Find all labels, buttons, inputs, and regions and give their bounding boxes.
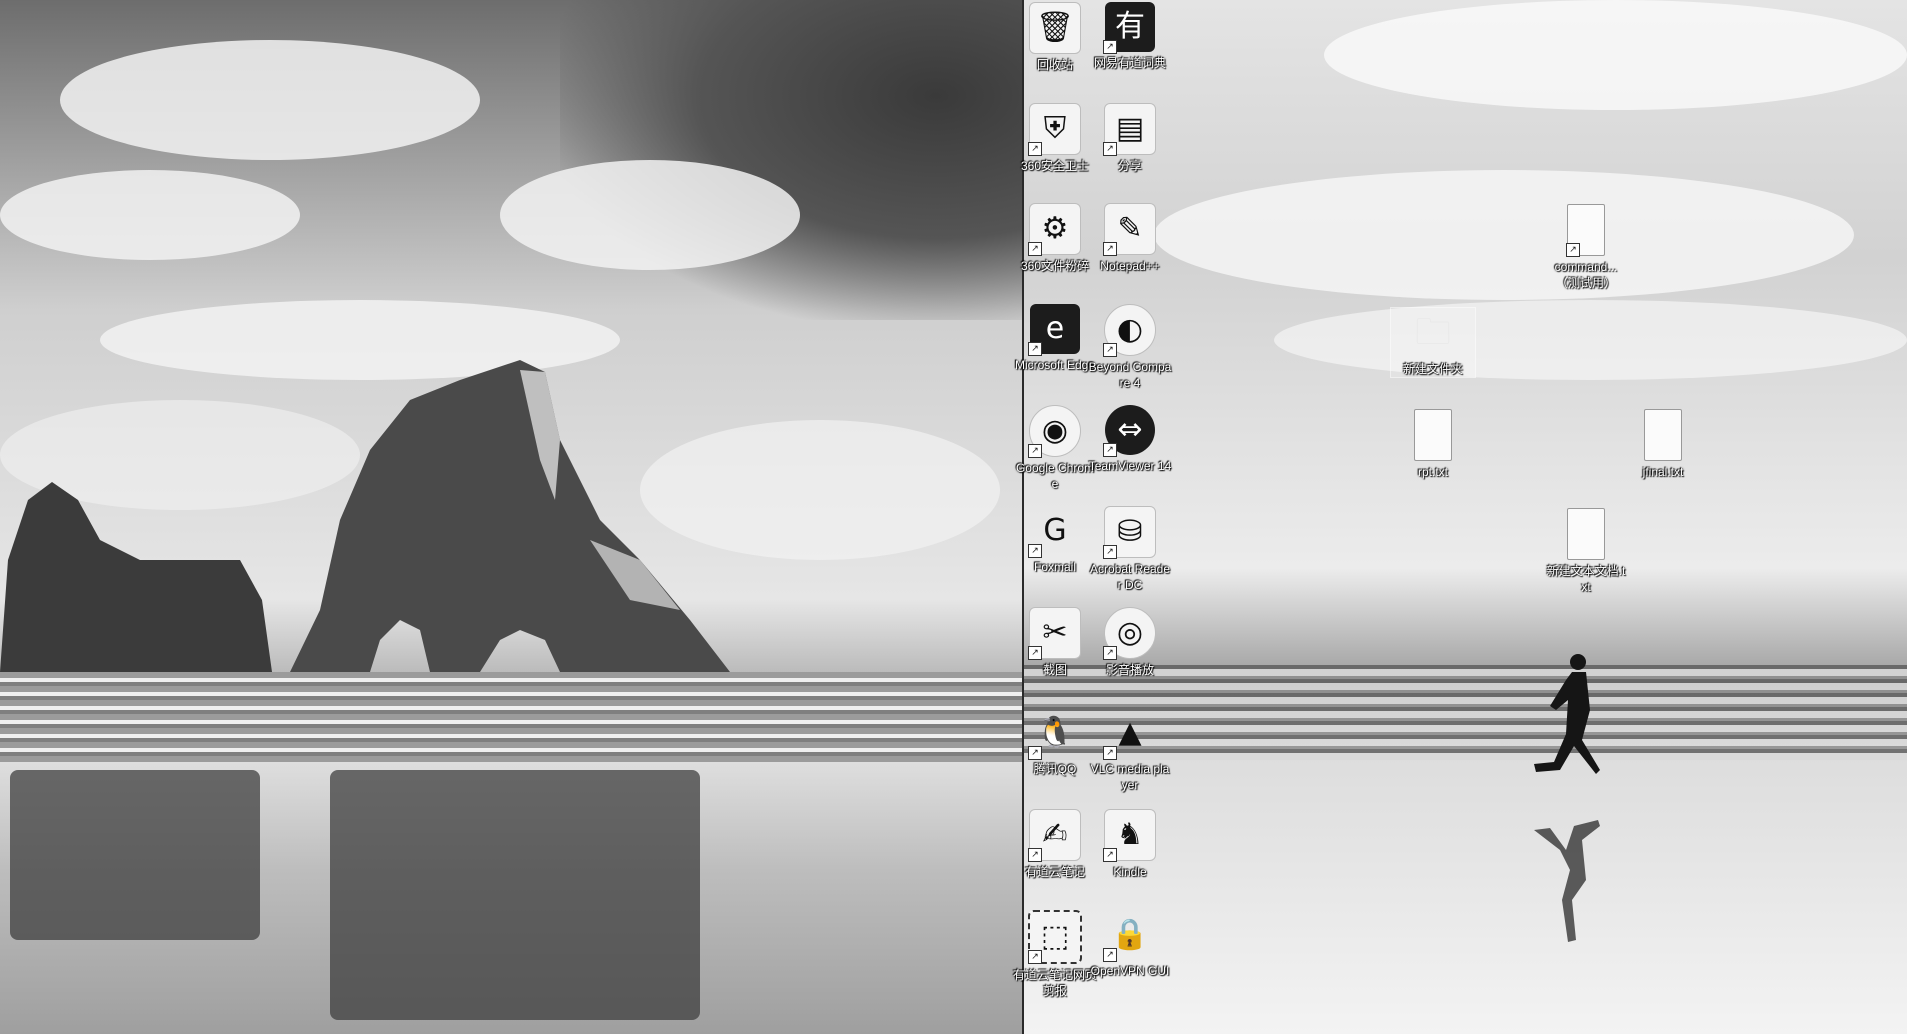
note-pen-icon: ✍ ↗	[1028, 809, 1081, 862]
kindle-reader-icon: ♞ ↗	[1103, 809, 1156, 862]
desktop-icon-youdao-screenshot[interactable]: ⬚ ↗ 有道云笔记网页剪报	[1013, 910, 1097, 999]
desktop-icon-commands-txt[interactable]: ↗ command...（测试用）	[1544, 204, 1628, 291]
clip-frame-icon: ⬚ ↗	[1028, 910, 1082, 964]
text-file-icon: ↗	[1566, 204, 1605, 257]
desktop-icon-label: 新建文件夹	[1402, 362, 1463, 376]
sea-stacks-rocks	[0, 360, 730, 672]
desktop-icon-label: TeamViewer 14	[1088, 459, 1172, 473]
desktop-icon-label: Microsoft Edge	[1014, 358, 1096, 372]
screenshot-icon: ✂ ↗	[1028, 607, 1081, 660]
desktop-icon-tencent-qq[interactable]: 🐧 ↗ 腾讯QQ	[1013, 708, 1097, 777]
shield-icon: ⛨ ↗	[1028, 103, 1081, 156]
wallpaper-sea	[0, 672, 1022, 762]
archive-icon: ▤ ↗	[1103, 103, 1156, 156]
desktop-icon-winrar[interactable]: ▤ ↗ 分享	[1088, 103, 1172, 174]
teamviewer-icon: ⇔ ↗	[1103, 405, 1155, 457]
desktop-icon-label: 分享	[1117, 159, 1142, 173]
desktop-icon-label: Acrobat Reader DC	[1089, 562, 1171, 592]
desktop-icon-label: 360安全卫士	[1020, 159, 1090, 173]
desktop-icon-notepad-plus[interactable]: ✎ ↗ Notepad++	[1088, 203, 1172, 274]
desktop-icon-acrobat[interactable]: ⛁ ↗ Acrobat Reader DC	[1088, 506, 1172, 593]
runner-silhouette	[1534, 654, 1600, 942]
desktop-icon-label: 影音播放	[1105, 663, 1154, 677]
vlc-cone-icon: ▲ ↗	[1103, 708, 1155, 760]
desktop-icon-label: 有道云笔记	[1024, 865, 1085, 879]
chrome-browser-icon: ◉ ↗	[1028, 405, 1081, 458]
rock-reflection	[330, 770, 700, 1020]
desktop-icon-label: VLC media player	[1090, 762, 1170, 792]
wallpaper-cloud	[1324, 0, 1907, 110]
desktop-icon-vlc[interactable]: ▲ ↗ VLC media player	[1088, 708, 1172, 793]
desktop-icon-ms-edge[interactable]: e ↗ Microsoft Edge	[1013, 304, 1097, 373]
desktop-icon-label: 回收站	[1036, 58, 1073, 72]
desktop-icon-label: Beyond Compare 4	[1088, 360, 1172, 390]
mail-icon: G ↗	[1028, 506, 1080, 558]
desktop-icon-label: rpt.txt	[1417, 465, 1448, 479]
wallpaper-cloud	[1154, 170, 1854, 300]
desktop-icon-label: 截图	[1042, 663, 1067, 677]
desktop-icon-openvpn[interactable]: 🔒 ↗ OpenVPN GUI	[1088, 910, 1172, 979]
desktop-icon-label: Notepad++	[1100, 259, 1160, 273]
desktop-icon-kindle[interactable]: ♞ ↗ Kindle	[1088, 809, 1172, 880]
text-file-icon	[1414, 409, 1452, 461]
desktop-icon-label: Kindle	[1113, 865, 1147, 879]
left-monitor-wallpaper	[0, 0, 1022, 1034]
desktop-icon-teamviewer[interactable]: ⇔ ↗ TeamViewer 14	[1088, 405, 1172, 474]
desktop-icon-rpt-txt[interactable]: rpt.txt	[1391, 409, 1475, 480]
desktop-icon-label: 有道云笔记网页剪报	[1013, 968, 1098, 998]
compare-disc-icon: ◐ ↗	[1103, 304, 1156, 357]
desktop-icon-label: Google Chrome	[1015, 461, 1095, 491]
vpn-lock-icon: 🔒 ↗	[1103, 910, 1155, 962]
media-disc-icon: ◎ ↗	[1103, 607, 1156, 660]
desktop-icon-google-chrome[interactable]: ◉ ↗ Google Chrome	[1013, 405, 1097, 492]
text-file-icon	[1567, 508, 1605, 560]
desktop-icon-label: OpenVPN GUI	[1090, 964, 1170, 978]
desktop-icon-label: 网易有道词典	[1093, 56, 1166, 70]
wallpaper-cloud	[1274, 300, 1907, 380]
desktop-icon-recycle-bin[interactable]: 🗑 回收站	[1013, 2, 1097, 73]
youdao-dictionary-icon: 有 ↗	[1103, 2, 1155, 54]
small-sea-stack	[0, 482, 272, 672]
desktop-icon-dvd-player[interactable]: ◎ ↗ 影音播放	[1088, 607, 1172, 678]
rock-reflection	[10, 770, 260, 940]
desktop-icon-foxmail[interactable]: G ↗ Foxmail	[1013, 506, 1097, 575]
desktop-icon-label: 新建文本文档.txt	[1546, 564, 1626, 594]
desktop-icon-screenshot-tool[interactable]: ✂ ↗ 截图	[1013, 607, 1097, 678]
desktop-icon-label: 360文件粉碎	[1020, 259, 1090, 273]
desktop-icon-label: jfinal.txt	[1642, 465, 1684, 479]
desktop-icon-label: 腾讯QQ	[1033, 762, 1077, 776]
desktop-icon-label: Foxmail	[1033, 560, 1076, 574]
desktop-icon-new-text-doc[interactable]: 新建文本文档.txt	[1544, 508, 1628, 595]
desktop-icon-label: command...（测试用）	[1554, 260, 1618, 290]
text-file-icon	[1644, 409, 1682, 461]
folder-icon: 🗀	[1414, 312, 1451, 353]
desktop-icon-360-browser-tools[interactable]: ⚙ ↗ 360文件粉碎	[1013, 203, 1097, 274]
desktop-icon-youdao-note[interactable]: ✍ ↗ 有道云笔记	[1013, 809, 1097, 880]
notepad-icon: ✎ ↗	[1103, 203, 1156, 256]
desktop-icon-360-security[interactable]: ⛨ ↗ 360安全卫士	[1013, 103, 1097, 174]
arch-sea-stack	[290, 360, 730, 672]
recycle-bin-icon: 🗑	[1029, 2, 1081, 54]
pdf-reader-icon: ⛁ ↗	[1103, 506, 1156, 559]
desktop-icon-new-folder[interactable]: 🗀 新建文件夹	[1390, 307, 1476, 378]
desktop-icon-netease-youdao[interactable]: 有 ↗ 网易有道词典	[1088, 2, 1172, 71]
edge-browser-icon: e ↗	[1028, 304, 1080, 356]
desktop-icon-jfinal-file[interactable]: jfinal.txt	[1621, 409, 1705, 480]
file-shredder-icon: ⚙ ↗	[1028, 203, 1081, 256]
desktop-icon-beyond-compare[interactable]: ◐ ↗ Beyond Compare 4	[1088, 304, 1172, 391]
qq-penguin-icon: 🐧 ↗	[1028, 708, 1080, 760]
